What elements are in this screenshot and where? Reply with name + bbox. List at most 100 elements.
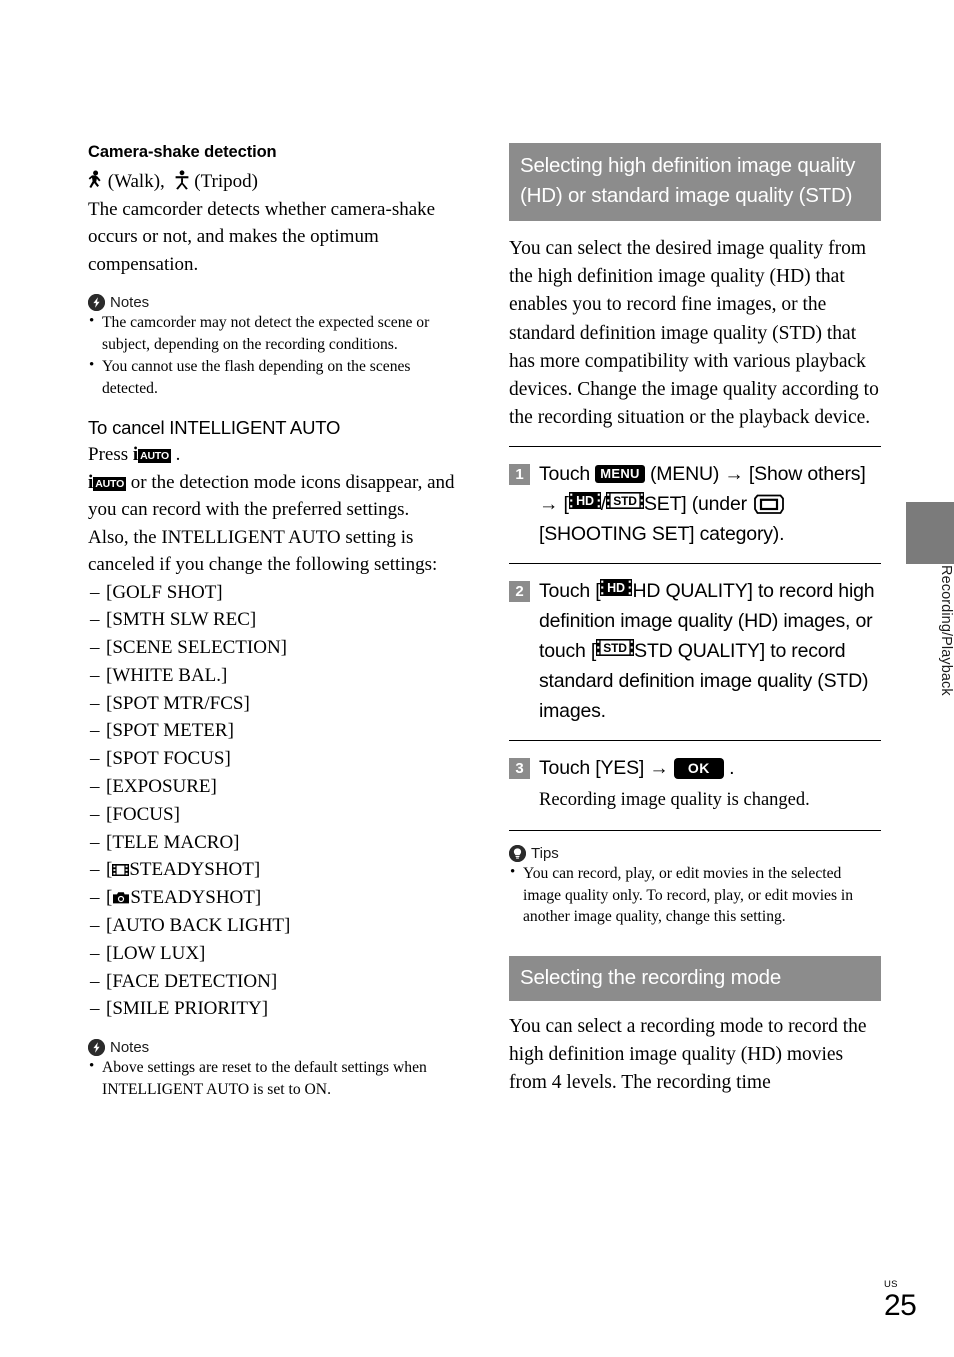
svg-text:STD: STD [603, 641, 627, 655]
step-3-text: Touch [YES] → OK . [539, 753, 735, 783]
notes-lightning-icon [88, 294, 105, 311]
folio-page-number: 25 [884, 1289, 917, 1322]
setting-item: [TELE MACRO] [88, 829, 460, 857]
section-tab-marker [906, 502, 954, 564]
tripod-person-icon [174, 170, 190, 190]
setting-item-movie-steadyshot: [ STEADYSHOT] [88, 856, 460, 884]
setting-item: [FACE DETECTION] [88, 968, 460, 996]
step-2-text: Touch [ HD HD QUALITY] to record high de… [539, 576, 881, 726]
also-canceled-paragraph: Also, the INTELLIGENT AUTO setting is ca… [88, 526, 438, 576]
menu-badge[interactable]: MENU [595, 465, 645, 484]
setting-item: [WHITE BAL.] [88, 662, 460, 690]
walk-person-icon [88, 170, 103, 190]
photo-camera-icon [112, 891, 130, 905]
step-text: [SHOOTING SET] category). [539, 523, 785, 546]
step-number: 1 [509, 464, 530, 486]
notes-heading-2: Notes [88, 1039, 460, 1057]
tripod-label: (Tripod) [194, 171, 258, 192]
setting-label: STEADYSHOT] [130, 887, 262, 909]
step-text: . [729, 757, 735, 780]
step-text: (MENU) [649, 463, 720, 486]
setting-item: [SCENE SELECTION] [88, 634, 460, 662]
hd-quality-badge[interactable]: HD [600, 579, 633, 597]
step-text: Touch [YES] [539, 757, 645, 780]
setting-item: [FOCUS] [88, 801, 460, 829]
setting-item-photo-steadyshot: [ STEADYSHOT] [88, 884, 460, 912]
movie-film-icon [112, 863, 130, 877]
arrow-icon: → [649, 757, 669, 780]
note-item: You cannot use the flash depending on th… [88, 355, 460, 399]
press-iauto-line: Press i AUTO . [88, 441, 460, 469]
step-3-subtext: Recording image quality is changed. [539, 790, 810, 811]
notes-label-2: Notes [110, 1039, 150, 1057]
tips-list: You can record, play, or edit movies in … [509, 862, 881, 928]
notes-list-1: The camcorder may not detect the expecte… [88, 311, 460, 399]
setting-item: [SMILE PRIORITY] [88, 995, 460, 1023]
iauto-auto-badge: AUTO [93, 476, 127, 491]
hd-quality-badge[interactable]: HD [568, 492, 601, 510]
tips-label: Tips [531, 845, 559, 863]
tips-heading: Tips [509, 845, 881, 863]
setting-item: [SPOT METER] [88, 717, 460, 745]
left-column: Camera-shake detection (Walk), (Tripod) … [88, 143, 460, 1101]
iauto-auto-badge: AUTO [138, 449, 171, 463]
notes-block-2: Notes Above settings are reset to the de… [88, 1039, 460, 1100]
image-quality-intro: You can select the desired image quality… [509, 238, 879, 429]
recording-mode-intro: You can select a recording mode to recor… [509, 1015, 867, 1094]
press-period: . [175, 444, 181, 465]
tips-lightbulb-icon [509, 845, 526, 863]
page-folio: US 25 [884, 1280, 917, 1322]
notes-lightning-icon [88, 1039, 105, 1057]
iauto-disappear-paragraph: i AUTO or the detection mode icons disapp… [88, 469, 460, 524]
camera-shake-intro: The camcorder detects whether camera-sha… [88, 198, 436, 275]
step-1: 1 Touch MENU (MENU) → [Show others] → [ [509, 447, 881, 549]
setting-item: [GOLF SHOT] [88, 579, 460, 607]
cancel-intelligent-auto-heading: To cancel INTELLIGENT AUTO [88, 417, 341, 438]
press-label: Press [88, 444, 129, 465]
camera-shake-heading: Camera-shake detection [88, 143, 277, 161]
step-2: 2 Touch [ HD HD QUALITY] to record high … [509, 564, 881, 726]
setting-item: [LOW LUX] [88, 940, 460, 968]
walk-tripod-line: (Walk), (Tripod) [88, 168, 460, 196]
section-tab-label: Recording/Playback [938, 565, 954, 696]
right-column: Selecting high definition image quality … [509, 143, 881, 1098]
svg-text:HD: HD [608, 581, 626, 595]
arrow-icon: → [724, 463, 744, 486]
walk-label: (Walk), [107, 171, 165, 192]
section-banner-image-quality: Selecting high definition image quality … [509, 143, 881, 221]
setting-label: STEADYSHOT] [129, 859, 261, 881]
shooting-set-camcorder-icon [752, 494, 786, 515]
step-text: [Show others] [748, 463, 866, 486]
setting-item: [SMTH SLW REC] [88, 606, 460, 634]
setting-item: [AUTO BACK LIGHT] [88, 912, 460, 940]
tip-item: You can record, play, or edit movies in … [509, 862, 881, 928]
setting-item: [SPOT MTR/FCS] [88, 690, 460, 718]
notes-list-2: Above settings are reset to the default … [88, 1056, 460, 1100]
svg-text:STD: STD [613, 494, 637, 508]
std-quality-badge[interactable]: STD [605, 492, 644, 510]
disappear-text: or the detection mode icons disappear, a… [88, 471, 455, 521]
arrow-icon: → [539, 493, 559, 516]
ok-badge[interactable]: OK [673, 758, 724, 780]
iauto-icon: i AUTO [88, 472, 127, 493]
tips-block: Tips You can record, play, or edit movie… [509, 845, 881, 928]
iauto-icon: i AUTO [133, 444, 171, 465]
step-text: Touch [ [539, 580, 601, 603]
step-divider [509, 830, 881, 832]
step-3: 3 Touch [YES] → OK . [509, 741, 881, 783]
section-banner-recording-mode: Selecting the recording mode [509, 955, 881, 1001]
step-number: 3 [509, 758, 530, 780]
canceled-settings-list: [GOLF SHOT] [SMTH SLW REC] [SCENE SELECT… [88, 579, 460, 1024]
step-number: 2 [509, 581, 530, 603]
notes-heading-1: Notes [88, 294, 460, 311]
step-text: SET] (under [643, 493, 747, 516]
notes-block-1: Notes The camcorder may not detect the e… [88, 294, 460, 399]
manual-page: Camera-shake detection (Walk), (Tripod) … [0, 0, 954, 1357]
step-1-text: Touch MENU (MENU) → [Show others] → [HD… [539, 459, 881, 549]
note-item: The camcorder may not detect the expecte… [88, 311, 460, 355]
setting-item: [SPOT FOCUS] [88, 745, 460, 773]
svg-text:HD: HD [576, 494, 594, 508]
note-item: Above settings are reset to the default … [88, 1056, 460, 1100]
notes-label-1: Notes [110, 294, 150, 311]
std-quality-badge[interactable]: STD [596, 639, 635, 657]
